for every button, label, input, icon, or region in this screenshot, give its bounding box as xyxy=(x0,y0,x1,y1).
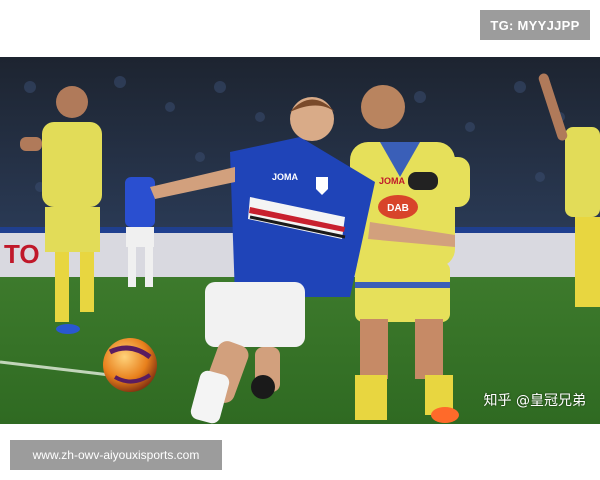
zhihu-watermark: 知乎 @皇冠兄弟 xyxy=(483,393,586,409)
away-shirt-sponsor-text: DAB xyxy=(387,203,409,214)
match-photo: TO DAB JOMA JOMA 知乎 @皇冠兄弟 xyxy=(0,57,600,424)
football xyxy=(103,338,157,392)
ad-board-text: TO xyxy=(4,239,40,269)
url-text: www.zh-owv-aiyouxisports.com xyxy=(32,448,200,462)
away-kit-brand: JOMA xyxy=(379,176,406,186)
home-kit-brand: JOMA xyxy=(272,172,299,182)
tg-contact-badge: TG: MYYJJPP xyxy=(480,10,590,40)
tg-contact-text: TG: MYYJJPP xyxy=(490,17,580,33)
url-badge: www.zh-owv-aiyouxisports.com xyxy=(10,440,222,470)
